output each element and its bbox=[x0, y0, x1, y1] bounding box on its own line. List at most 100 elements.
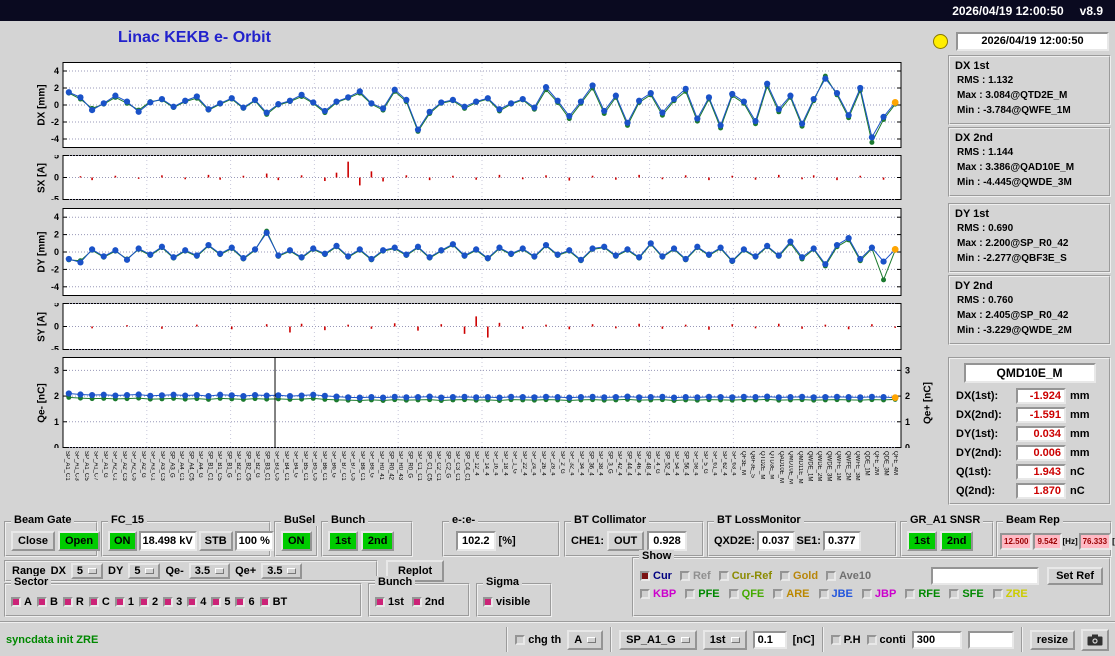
chart-sx: 5 0 -5 bbox=[35, 151, 940, 205]
element-label: SP_38_4 bbox=[597, 451, 604, 476]
titlebar-version: v8.9 bbox=[1079, 3, 1103, 18]
status-bar: syncdata init ZRE chg th A SP_A1_G 1st [… bbox=[0, 621, 1115, 656]
interval-input[interactable] bbox=[911, 630, 962, 649]
sector-checkbox-r[interactable]: R bbox=[62, 596, 84, 608]
beam-gate-close-button[interactable]: Close bbox=[11, 531, 55, 551]
range-dx-select[interactable]: 5 bbox=[70, 563, 104, 579]
range-qep-select[interactable]: 3.5 bbox=[261, 563, 303, 579]
monitor-row-unit: nC bbox=[1070, 484, 1085, 497]
chg-th-checkbox[interactable]: chg th bbox=[515, 634, 561, 646]
stat-min: Min : -4.445@QWDE_3M bbox=[957, 177, 1072, 188]
ee-ratio-unit: [%] bbox=[498, 535, 516, 547]
element-label: QMD11E_M bbox=[797, 451, 803, 484]
busel-on-button[interactable]: ON bbox=[281, 531, 312, 551]
show-kbp-checkbox[interactable]: KBP bbox=[640, 588, 676, 600]
fc15-on-button[interactable]: ON bbox=[108, 531, 137, 551]
svg-text:-2: -2 bbox=[51, 264, 59, 274]
sector-checkbox-a[interactable]: A bbox=[11, 596, 32, 608]
dx-axis-title: DX [mm] bbox=[36, 84, 48, 126]
sector-checkbox-3[interactable]: 3 bbox=[163, 596, 182, 608]
bt-collimator-group-label: BT Collimator bbox=[571, 514, 650, 526]
bunch-order-select[interactable]: 1st bbox=[702, 629, 747, 650]
set-ref-button[interactable]: Set Ref bbox=[1047, 567, 1103, 585]
monitor-row: Q(2nd): 1.870 nC bbox=[950, 481, 1109, 500]
monitor-row-value: -1.591 bbox=[1016, 406, 1066, 423]
element-label: SP_B6_C1 bbox=[320, 451, 327, 481]
beam-rep-hz-label: [Hz] bbox=[1062, 536, 1078, 546]
checkbox-indicator bbox=[411, 597, 422, 607]
element-label: SP_48_4 bbox=[644, 451, 651, 476]
extra-input[interactable] bbox=[967, 630, 1014, 649]
bunch-1st-checkbox[interactable]: 1st bbox=[375, 596, 404, 608]
sector-select-value: A bbox=[574, 633, 583, 646]
che1-out-button[interactable]: OUT bbox=[607, 531, 645, 551]
sector-checkbox-2[interactable]: 2 bbox=[138, 596, 158, 608]
range-qep-label: Qe+ bbox=[235, 565, 257, 577]
bunch-2nd-button[interactable]: 2nd bbox=[360, 531, 395, 551]
sector-checkbox-b[interactable]: B bbox=[36, 596, 58, 608]
qe-right-axis-title: Qe+ [nC] bbox=[922, 381, 934, 424]
show-cur-checkbox[interactable]: Cur bbox=[640, 570, 672, 582]
show-pfe-checkbox[interactable]: PFE bbox=[685, 588, 720, 600]
range-qem-select[interactable]: 3.5 bbox=[188, 563, 231, 579]
monitor-select[interactable]: SP_A1_G bbox=[619, 629, 697, 650]
fc15-stb-button[interactable]: STB bbox=[198, 531, 233, 551]
set-ref-input[interactable] bbox=[931, 567, 1040, 585]
element-label: SP_A4_C5 bbox=[187, 451, 194, 481]
show-gold-checkbox[interactable]: Gold bbox=[780, 570, 818, 582]
checkbox-indicator bbox=[88, 597, 99, 607]
gr-a1-snsr-group-label: GR_A1 SNSR bbox=[907, 514, 984, 526]
bunch-2nd-checkbox[interactable]: 2nd bbox=[411, 596, 445, 608]
beam-gate-open-button[interactable]: Open bbox=[57, 531, 101, 551]
checkbox-indicator bbox=[949, 589, 960, 599]
show-qfe-checkbox[interactable]: QFE bbox=[728, 588, 764, 600]
show-rfe-checkbox[interactable]: RFE bbox=[905, 588, 940, 600]
range-dy-select[interactable]: 5 bbox=[128, 563, 161, 579]
svg-text:-5: -5 bbox=[51, 195, 59, 201]
ph-checkbox[interactable]: P.H bbox=[830, 634, 861, 646]
element-label: SP_44_4 bbox=[625, 451, 632, 476]
element-label: QDE_3M bbox=[882, 451, 889, 476]
sigma-visible-checkbox[interactable]: visible bbox=[483, 596, 530, 608]
show-ref-checkbox[interactable]: Ref bbox=[679, 570, 711, 582]
checkbox-indicator bbox=[36, 597, 47, 607]
sector-checkbox-6[interactable]: 6 bbox=[235, 596, 255, 608]
stat-min: Min : -3.784@QWFE_1M bbox=[957, 105, 1071, 116]
sigma-group: Sigma visible bbox=[476, 576, 552, 617]
gr-a1-1st-button[interactable]: 1st bbox=[907, 531, 937, 551]
stat-box-dx-2nd: DX 2nd RMS : 1.144 Max : 3.386@QAD10E_M … bbox=[948, 127, 1111, 197]
stat-rms: RMS : 1.144 bbox=[957, 147, 1014, 158]
show-jbp-checkbox[interactable]: JBP bbox=[861, 588, 896, 600]
camera-button[interactable] bbox=[1081, 628, 1109, 651]
monitor-row: DX(2nd): -1.591 mm bbox=[950, 405, 1109, 424]
sector-checkbox-c[interactable]: C bbox=[88, 596, 110, 608]
sector-checkbox-1[interactable]: 1 bbox=[114, 596, 134, 608]
sector-checkbox-4[interactable]: 4 bbox=[187, 596, 206, 608]
resize-button[interactable]: resize bbox=[1029, 629, 1075, 650]
checkbox-label: visible bbox=[496, 596, 531, 608]
show-jbe-checkbox[interactable]: JBE bbox=[818, 588, 853, 600]
sector-checkbox-bt[interactable]: BT bbox=[259, 596, 287, 608]
checkbox-label: SFE bbox=[962, 588, 984, 600]
bunch-1st-button[interactable]: 1st bbox=[328, 531, 358, 551]
show-row2-items: KBP PFE QFE ARE JBE JBP RFE SFE ZRE bbox=[640, 588, 1028, 600]
bunch-order-select-value: 1st bbox=[709, 633, 726, 646]
element-label: SP_A3_C3 bbox=[158, 451, 165, 481]
show-zre-checkbox[interactable]: ZRE bbox=[992, 588, 1028, 600]
show-ave10-checkbox[interactable]: Ave10 bbox=[826, 570, 871, 582]
show-are-checkbox[interactable]: ARE bbox=[773, 588, 810, 600]
threshold-input[interactable] bbox=[752, 630, 787, 649]
checkbox-label: 2nd bbox=[424, 596, 445, 608]
conti-checkbox[interactable]: conti bbox=[866, 634, 906, 646]
show-cur-ref-checkbox[interactable]: Cur-Ref bbox=[718, 570, 772, 582]
sector-checkbox-5[interactable]: 5 bbox=[211, 596, 230, 608]
monitor-row-unit: nC bbox=[1070, 465, 1085, 478]
sector-select[interactable]: A bbox=[567, 629, 604, 650]
gr-a1-2nd-button[interactable]: 2nd bbox=[939, 531, 974, 551]
checkbox-label: B bbox=[49, 596, 58, 608]
show-sfe-checkbox[interactable]: SFE bbox=[949, 588, 984, 600]
checkbox-indicator bbox=[62, 597, 73, 607]
element-label: SP_A4_G bbox=[197, 451, 204, 478]
svg-text:2: 2 bbox=[905, 391, 910, 401]
checkbox-indicator bbox=[640, 589, 650, 599]
